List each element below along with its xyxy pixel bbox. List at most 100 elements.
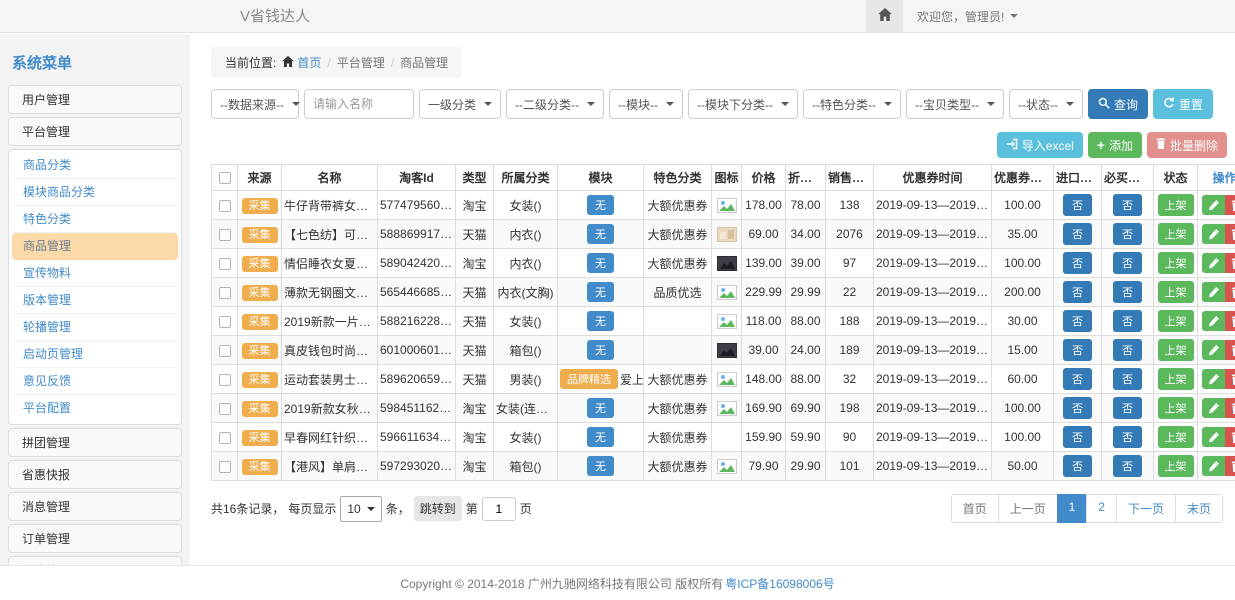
filter-select[interactable]: --宝贝类型--: [906, 89, 1004, 119]
must-buy-toggle[interactable]: 否: [1113, 397, 1142, 419]
edit-button[interactable]: [1202, 282, 1225, 302]
edit-button[interactable]: [1202, 340, 1225, 360]
must-buy-toggle[interactable]: 否: [1113, 426, 1142, 448]
filter-select[interactable]: --特色分类--: [803, 89, 901, 119]
reset-button[interactable]: 重置: [1153, 89, 1213, 119]
delete-button[interactable]: [1225, 195, 1235, 215]
sidebar-subitem[interactable]: 版本管理: [12, 287, 178, 314]
name-search-input[interactable]: [304, 89, 414, 119]
page-button-2[interactable]: 2: [1086, 494, 1117, 523]
import-select-toggle[interactable]: 否: [1063, 310, 1092, 332]
breadcrumb-home-link[interactable]: 首页: [282, 54, 321, 71]
sidebar-subitem[interactable]: 启动页管理: [12, 341, 178, 368]
edit-button[interactable]: [1202, 224, 1225, 244]
sidebar-item[interactable]: 订单管理: [8, 524, 182, 553]
must-buy-toggle[interactable]: 否: [1113, 281, 1142, 303]
import-select-toggle[interactable]: 否: [1063, 397, 1092, 419]
status-button[interactable]: 上架: [1158, 368, 1194, 390]
filter-select[interactable]: --状态--: [1009, 89, 1083, 119]
sidebar-subitem[interactable]: 特色分类: [12, 206, 178, 233]
status-button[interactable]: 上架: [1158, 426, 1194, 448]
page-button-首页[interactable]: 首页: [951, 494, 999, 523]
delete-button[interactable]: [1225, 224, 1235, 244]
page-button-1[interactable]: 1: [1057, 494, 1088, 523]
import-select-toggle[interactable]: 否: [1063, 339, 1092, 361]
status-button[interactable]: 上架: [1158, 252, 1194, 274]
delete-button[interactable]: [1225, 369, 1235, 389]
icp-link[interactable]: 粤ICP备16098006号: [725, 575, 834, 592]
row-checkbox[interactable]: [219, 287, 231, 299]
row-checkbox[interactable]: [219, 461, 231, 473]
row-checkbox[interactable]: [219, 403, 231, 415]
status-button[interactable]: 上架: [1158, 281, 1194, 303]
must-buy-toggle[interactable]: 否: [1113, 223, 1142, 245]
row-checkbox[interactable]: [219, 374, 231, 386]
batch-delete-button[interactable]: 批量删除: [1147, 132, 1227, 158]
sidebar-item[interactable]: 省惠快报: [8, 460, 182, 489]
page-button-上一页[interactable]: 上一页: [998, 494, 1058, 523]
sidebar-item[interactable]: 兑换管理: [8, 556, 182, 565]
search-button[interactable]: 查询: [1088, 89, 1148, 119]
delete-button[interactable]: [1225, 253, 1235, 273]
delete-button[interactable]: [1225, 398, 1235, 418]
sidebar-subitem[interactable]: 意见反馈: [12, 368, 178, 395]
sidebar-item-users[interactable]: 用户管理: [8, 85, 182, 114]
filter-select[interactable]: --二级分类--: [506, 89, 604, 119]
select-all-checkbox[interactable]: [219, 172, 231, 184]
import-select-toggle[interactable]: 否: [1063, 426, 1092, 448]
status-button[interactable]: 上架: [1158, 397, 1194, 419]
row-checkbox[interactable]: [219, 432, 231, 444]
data-source-select[interactable]: --数据来源--: [211, 89, 299, 119]
status-button[interactable]: 上架: [1158, 310, 1194, 332]
sidebar-item[interactable]: 消息管理: [8, 492, 182, 521]
edit-button[interactable]: [1202, 456, 1225, 476]
edit-button[interactable]: [1202, 427, 1225, 447]
jump-to-button[interactable]: 跳转到: [414, 496, 462, 521]
delete-button[interactable]: [1225, 427, 1235, 447]
row-checkbox[interactable]: [219, 258, 231, 270]
home-button[interactable]: [866, 0, 903, 32]
import-select-toggle[interactable]: 否: [1063, 194, 1092, 216]
sidebar-subitem[interactable]: 商品分类: [12, 152, 178, 179]
sidebar-item[interactable]: 拼团管理: [8, 428, 182, 457]
page-number-input[interactable]: [482, 497, 516, 521]
status-button[interactable]: 上架: [1158, 339, 1194, 361]
sidebar-subitem[interactable]: 商品管理: [12, 233, 178, 260]
import-select-toggle[interactable]: 否: [1063, 368, 1092, 390]
edit-button[interactable]: [1202, 311, 1225, 331]
delete-button[interactable]: [1225, 311, 1235, 331]
row-checkbox[interactable]: [219, 200, 231, 212]
must-buy-toggle[interactable]: 否: [1113, 368, 1142, 390]
status-button[interactable]: 上架: [1158, 223, 1194, 245]
status-button[interactable]: 上架: [1158, 455, 1194, 477]
import-select-toggle[interactable]: 否: [1063, 223, 1092, 245]
must-buy-toggle[interactable]: 否: [1113, 310, 1142, 332]
sidebar-item-platform[interactable]: 平台管理: [8, 117, 182, 146]
import-select-toggle[interactable]: 否: [1063, 281, 1092, 303]
import-excel-button[interactable]: 导入excel: [997, 132, 1083, 158]
sidebar-subitem[interactable]: 平台配置: [12, 395, 178, 422]
filter-select[interactable]: --模块--: [609, 89, 683, 119]
row-checkbox[interactable]: [219, 229, 231, 241]
sidebar-subitem[interactable]: 轮播管理: [12, 314, 178, 341]
delete-button[interactable]: [1225, 456, 1235, 476]
edit-button[interactable]: [1202, 253, 1225, 273]
sidebar-subitem[interactable]: 宣传物料: [12, 260, 178, 287]
must-buy-toggle[interactable]: 否: [1113, 339, 1142, 361]
per-page-select[interactable]: 10: [340, 496, 381, 522]
delete-button[interactable]: [1225, 340, 1235, 360]
page-button-下一页[interactable]: 下一页: [1116, 494, 1176, 523]
filter-select[interactable]: 一级分类: [419, 89, 501, 119]
delete-button[interactable]: [1225, 282, 1235, 302]
edit-button[interactable]: [1202, 195, 1225, 215]
import-select-toggle[interactable]: 否: [1063, 252, 1092, 274]
sidebar-subitem[interactable]: 模块商品分类: [12, 179, 178, 206]
user-menu[interactable]: 欢迎您，管理员!: [903, 0, 1032, 32]
edit-button[interactable]: [1202, 398, 1225, 418]
add-button[interactable]: + 添加: [1088, 132, 1142, 158]
must-buy-toggle[interactable]: 否: [1113, 252, 1142, 274]
filter-select[interactable]: --模块下分类--: [688, 89, 798, 119]
must-buy-toggle[interactable]: 否: [1113, 455, 1142, 477]
status-button[interactable]: 上架: [1158, 194, 1194, 216]
edit-button[interactable]: [1202, 369, 1225, 389]
